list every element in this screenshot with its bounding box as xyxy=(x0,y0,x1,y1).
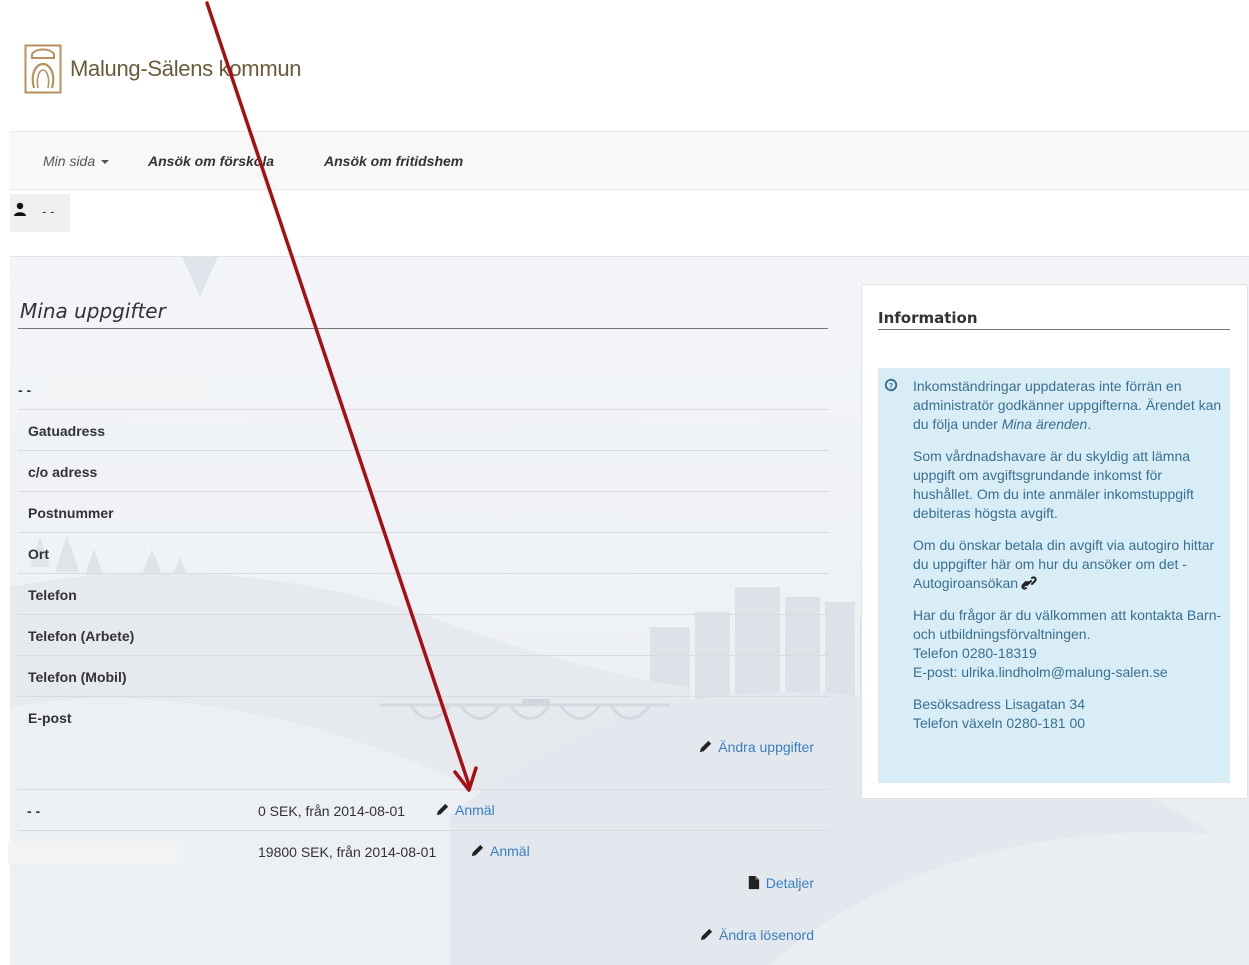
table-row: E-post Ändra uppgifter xyxy=(18,697,829,790)
table-row: Telefon (Mobil) xyxy=(18,656,829,697)
person-name-row: - - xyxy=(18,369,829,410)
field-label: Ort xyxy=(28,546,49,562)
pencil-icon xyxy=(700,740,712,753)
field-label: Postnummer xyxy=(28,505,114,521)
field-label: c/o adress xyxy=(28,464,98,480)
logo-text: Malung-Sälens kommun xyxy=(70,56,302,81)
table-row: Ort xyxy=(18,533,829,574)
field-label: Telefon xyxy=(28,587,77,603)
page-title: Mina uppgifter xyxy=(20,299,166,323)
details-link[interactable]: Detaljer xyxy=(746,875,814,891)
autogiro-link[interactable]: Om du önskar betala din avgift via autog… xyxy=(913,537,1214,591)
info-text: Har du frågor är du välkommen att kontak… xyxy=(913,607,1222,642)
table-row: c/o adress xyxy=(18,451,829,492)
table-row: Telefon (Arbete) xyxy=(18,615,829,656)
info-paragraph: Om du önskar betala din avgift via autog… xyxy=(913,536,1225,593)
logo[interactable]: Malung-Sälens kommun xyxy=(24,44,302,94)
field-label: Telefon (Mobil) xyxy=(28,669,127,685)
logo-crest-icon xyxy=(24,44,62,94)
person-name: - - xyxy=(18,382,32,398)
info-phone-switchboard: Telefon växeln 0280-181 00 xyxy=(913,715,1086,731)
edit-details-label: Ändra uppgifter xyxy=(718,739,814,755)
info-paragraph: Besöksadress Lisagatan 34 Telefon växeln … xyxy=(913,695,1225,733)
main-navbar: Min sida Ansök om förskola Ansök om frit… xyxy=(10,131,1249,190)
info-heading: Information xyxy=(878,309,978,327)
details-label: Detaljer xyxy=(765,875,814,891)
field-label: E-post xyxy=(28,710,72,726)
income-name: - - xyxy=(27,803,41,819)
report-income-link[interactable]: Anmäl xyxy=(470,843,530,859)
user-menu[interactable]: - - xyxy=(10,194,70,232)
nav-min-sida-dropdown[interactable]: Min sida xyxy=(43,153,110,169)
table-row: Postnummer xyxy=(18,492,829,533)
report-income-label: Anmäl xyxy=(455,802,495,818)
info-texts: Inkomständringar uppdateras inte förrän … xyxy=(913,377,1225,746)
info-paragraph: Som vårdnadshavare är du skyldig att läm… xyxy=(913,448,1194,521)
pencil-icon xyxy=(471,844,484,857)
title-underline xyxy=(18,328,828,329)
caret-down-icon xyxy=(101,160,110,165)
field-label: Telefon (Arbete) xyxy=(28,628,135,644)
pencil-icon xyxy=(700,928,713,941)
change-password-label: Ändra lösenord xyxy=(719,927,814,943)
table-row: Telefon xyxy=(18,574,829,615)
edit-details-link[interactable]: Ändra uppgifter xyxy=(698,739,814,755)
income-row: - - 0 SEK, från 2014-08-01 Anmäl xyxy=(18,790,829,831)
info-heading-underline xyxy=(878,329,1230,330)
nav-ansok-fritidshem[interactable]: Ansök om fritidshem xyxy=(324,153,463,169)
change-password-link[interactable]: Ändra lösenord xyxy=(699,927,814,943)
link-icon[interactable] xyxy=(1021,576,1037,590)
info-paragraph: Inkomständringar uppdateras inte förrän … xyxy=(913,377,1225,434)
svg-text:?: ? xyxy=(889,382,893,390)
info-alert-box: ? Inkomständringar uppdateras inte förrä… xyxy=(878,368,1230,783)
file-icon xyxy=(748,875,759,890)
income-row: 19800 SEK, från 2014-08-01 Anmäl Detalje… xyxy=(8,831,829,951)
person-details-table: - - Gatuadress c/o adress Postnummer Ort… xyxy=(8,369,829,951)
table-row: Gatuadress xyxy=(18,410,829,451)
pencil-icon xyxy=(436,803,449,816)
info-text: . xyxy=(1087,416,1092,432)
user-name: - - xyxy=(42,204,55,219)
info-circle-icon: ? xyxy=(884,378,898,392)
nav-ansok-forskola[interactable]: Ansök om förskola xyxy=(148,153,274,169)
redacted-block xyxy=(45,377,217,401)
info-address: Besöksadress Lisagatan 34 xyxy=(913,696,1085,712)
user-icon xyxy=(14,202,26,216)
field-label: Gatuadress xyxy=(28,423,106,439)
info-email: E-post: ulrika.lindholm@malung-salen.se xyxy=(913,664,1168,680)
information-panel: Information ? Inkomständringar uppdatera… xyxy=(861,284,1248,799)
nav-min-sida-label: Min sida xyxy=(43,153,96,169)
report-income-link[interactable]: Anmäl xyxy=(435,802,495,818)
report-income-label: Anmäl xyxy=(490,843,530,859)
info-phone: Telefon 0280-18319 xyxy=(913,645,1037,661)
income-value: 0 SEK, från 2014-08-01 xyxy=(258,803,406,819)
info-paragraph: Har du frågor är du välkommen att kontak… xyxy=(913,606,1225,682)
redacted-block xyxy=(8,841,183,865)
income-value: 19800 SEK, från 2014-08-01 xyxy=(258,844,437,860)
mina-arenden-link[interactable]: Mina ärenden xyxy=(1002,416,1088,432)
